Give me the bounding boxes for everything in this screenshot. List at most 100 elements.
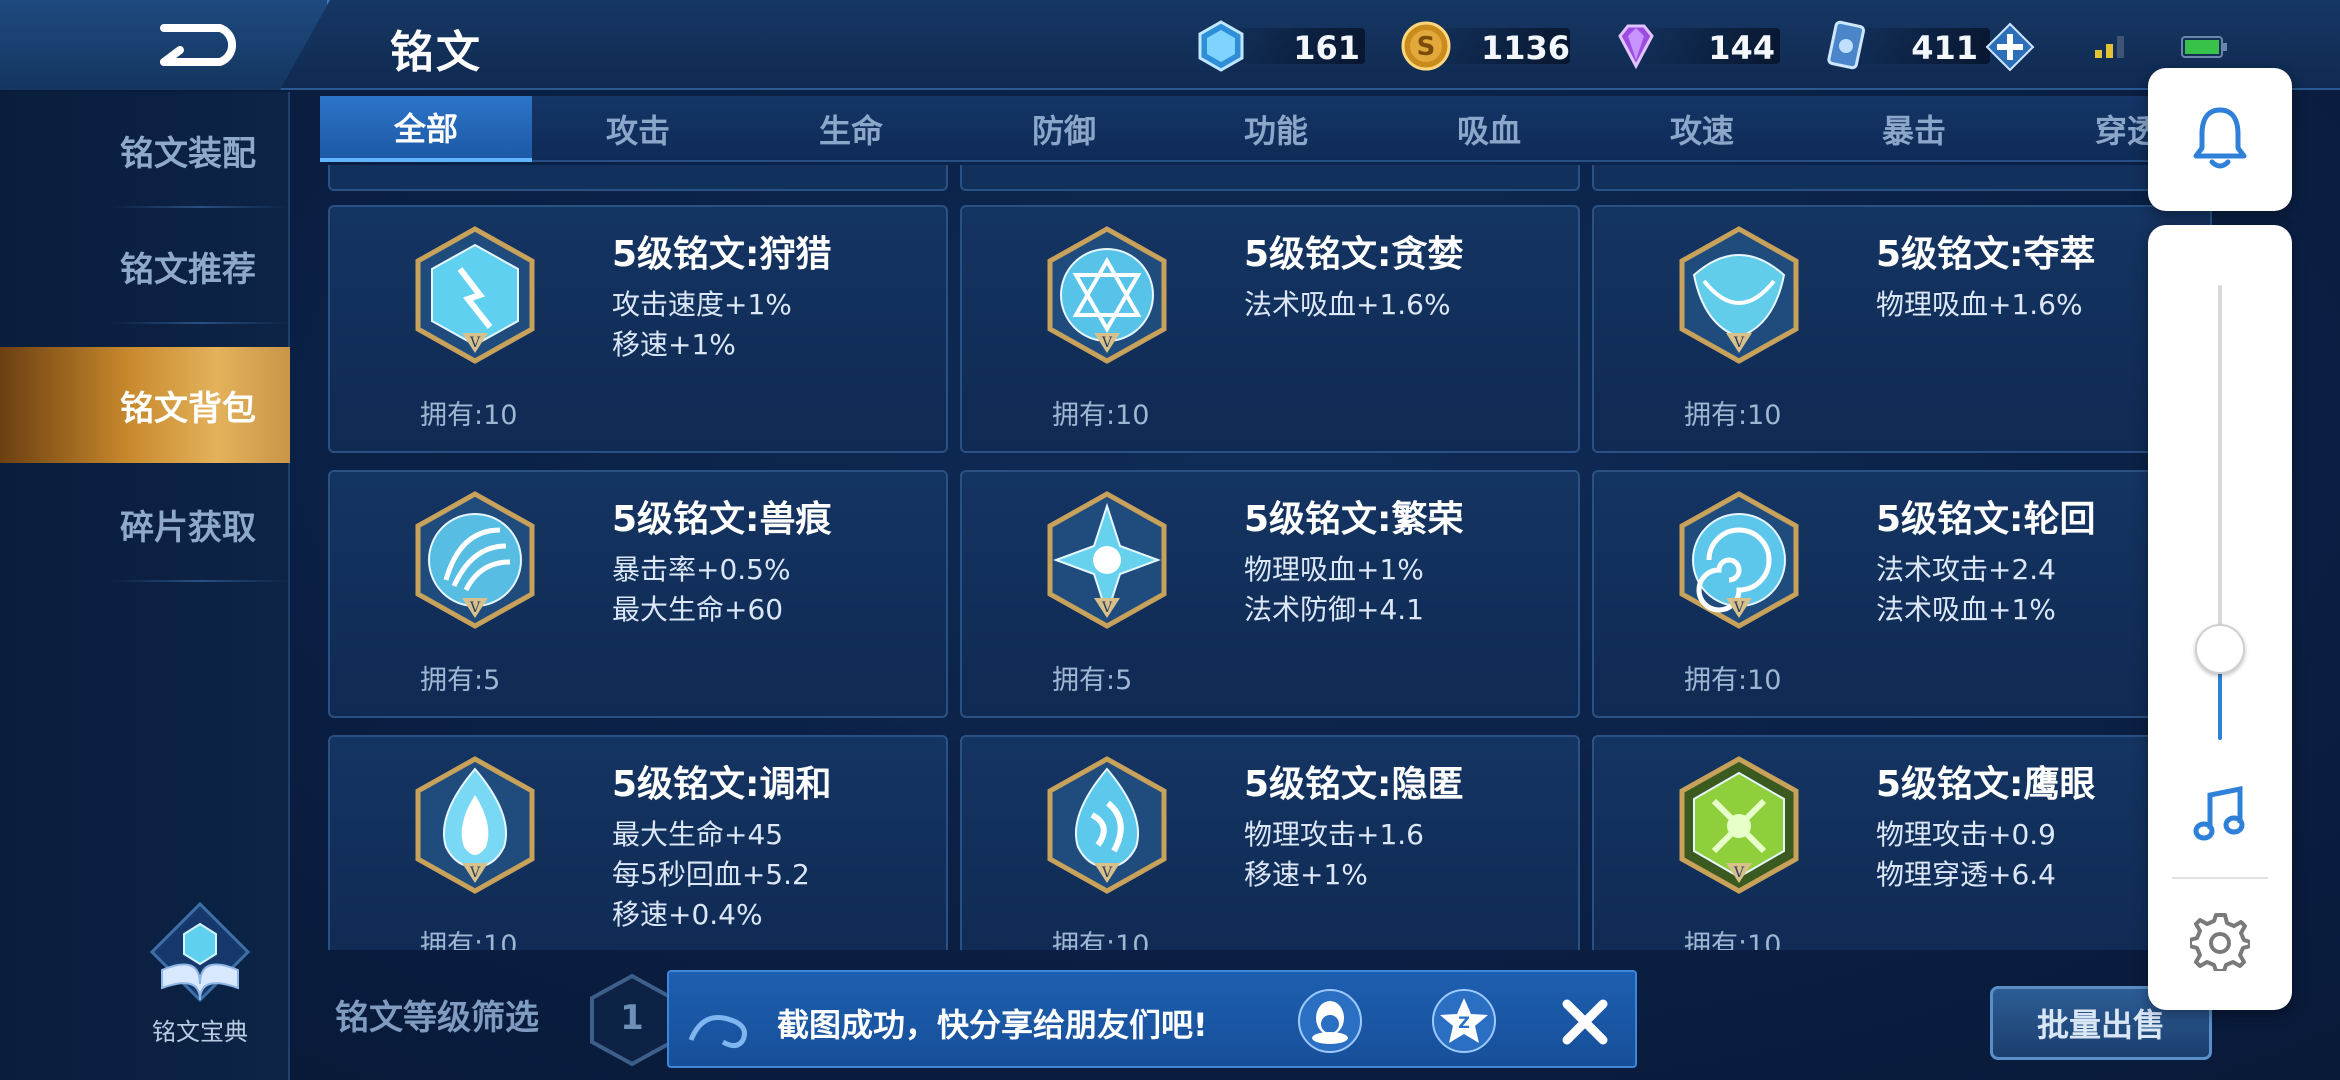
svg-text:S: S bbox=[1417, 32, 1436, 62]
signal-icon bbox=[2095, 36, 2124, 58]
svg-text:V: V bbox=[1101, 600, 1113, 616]
cloud-swirl-icon bbox=[688, 1015, 747, 1048]
svg-text:V: V bbox=[1733, 335, 1745, 351]
inscription-name: 5级铭文:夺萃 bbox=[1876, 234, 2096, 275]
inscription-card[interactable]: V 5级铭文:兽痕 暴击率+0.5% 最大生命+60 拥有:5 bbox=[328, 470, 948, 718]
seize-inscription-icon: V bbox=[1679, 226, 1799, 364]
owned-count: 拥有:10 bbox=[1684, 665, 1782, 696]
inscription-stat: 物理穿透+6.4 bbox=[1876, 858, 2056, 891]
inscription-name: 5级铭文:兽痕 bbox=[612, 499, 832, 540]
sidebar-item-label: 碎片获取 bbox=[120, 507, 256, 548]
inscription-card[interactable]: V 5级铭文:狩猎 攻击速度+1% 移速+1% 拥有:10 bbox=[328, 205, 948, 453]
owned-count: 拥有:10 bbox=[420, 400, 518, 431]
add-currency-button[interactable] bbox=[1985, 22, 2035, 72]
sidebar-item-label: 铭文推荐 bbox=[120, 249, 256, 290]
category-tabs: 全部 攻击 生命 防御 功能 吸血 攻速 暴击 穿透 bbox=[320, 96, 2210, 162]
owned-count: 拥有:5 bbox=[1052, 665, 1133, 696]
inscription-card[interactable]: V 5级铭文:繁荣 物理吸血+1% 法术防御+4.1 拥有:5 bbox=[960, 470, 1580, 718]
beast-mark-inscription-icon: V bbox=[415, 491, 535, 629]
svg-text:V: V bbox=[469, 600, 481, 616]
inscription-stat: 物理攻击+1.6 bbox=[1244, 818, 1424, 851]
level-filter-badge[interactable]: 1 bbox=[588, 972, 676, 1068]
bell-icon bbox=[2193, 107, 2247, 169]
sidebar-item-equip[interactable]: 铭文装配 bbox=[0, 92, 290, 208]
svg-text:V: V bbox=[469, 865, 481, 881]
tab-health[interactable]: 生命 bbox=[745, 96, 957, 162]
inscription-stat: 物理攻击+0.9 bbox=[1876, 818, 2056, 851]
currency-diamond: 161 bbox=[1195, 20, 1365, 72]
tab-utility[interactable]: 功能 bbox=[1170, 96, 1382, 162]
gold-coin-icon: S bbox=[1401, 21, 1451, 71]
inscription-stat: 物理吸血+1.6% bbox=[1876, 288, 2083, 321]
back-button[interactable] bbox=[0, 0, 330, 90]
inscription-name: 5级铭文:贪婪 bbox=[1244, 234, 1464, 275]
purple-crystal-icon bbox=[1618, 24, 1654, 70]
reincarnation-inscription-icon: V bbox=[1679, 491, 1799, 629]
inscription-card[interactable]: V 5级铭文:贪婪 法术吸血+1.6% 拥有:10 bbox=[960, 205, 1580, 453]
qzone-share-icon[interactable]: Z bbox=[1431, 988, 1497, 1054]
inscription-card[interactable]: V 5级铭文:轮回 法术攻击+2.4 法术吸血+1% 拥有:10 bbox=[1592, 470, 2212, 718]
tab-all[interactable]: 全部 bbox=[320, 96, 532, 162]
hunt-inscription-icon: V bbox=[415, 226, 535, 364]
sidebar-item-backpack[interactable]: 铭文背包 bbox=[0, 347, 290, 463]
inscription-stat: 最大生命+45 bbox=[612, 818, 784, 851]
svg-text:V: V bbox=[1733, 865, 1745, 881]
inscription-grid: V 5级铭文:狩猎 攻击速度+1% 移速+1% 拥有:10 V 5级铭文:贪婪 … bbox=[325, 165, 2215, 950]
codex-button[interactable]: 铭文宝典 bbox=[130, 900, 270, 1050]
greed-inscription-icon: V bbox=[1047, 226, 1167, 364]
tab-defense[interactable]: 防御 bbox=[958, 96, 1170, 162]
page-title: 铭文 bbox=[390, 27, 482, 78]
svg-text:V: V bbox=[1101, 335, 1113, 351]
inscription-card[interactable]: V 5级铭文:鹰眼 物理攻击+0.9 物理穿透+6.4 拥有:10 bbox=[1592, 735, 2212, 950]
level-filter-label: 铭文等级筛选 bbox=[335, 998, 539, 1038]
level-value: 1 bbox=[620, 998, 644, 1038]
back-arrow-icon bbox=[160, 24, 237, 66]
inscription-card[interactable]: V 5级铭文:调和 最大生命+45 每5秒回血+5.2 移速+0.4% 拥有:1… bbox=[328, 735, 948, 950]
music-note-icon[interactable] bbox=[2190, 785, 2250, 845]
currency-voucher: 411 bbox=[1820, 20, 1990, 72]
close-icon[interactable] bbox=[1557, 994, 1613, 1050]
tab-lifesteal[interactable]: 吸血 bbox=[1383, 96, 1595, 162]
owned-count: 拥有:10 bbox=[1052, 930, 1150, 950]
tab-attack[interactable]: 攻击 bbox=[532, 96, 744, 162]
volume-panel bbox=[2148, 225, 2292, 1010]
toast-message: 截图成功，快分享给朋友们吧! bbox=[777, 1006, 1208, 1044]
book-icon bbox=[149, 901, 251, 1003]
inscription-name: 5级铭文:鹰眼 bbox=[1876, 764, 2096, 805]
sidebar-item-label: 铭文装配 bbox=[120, 133, 256, 174]
currency-value: 1136 bbox=[1480, 29, 1570, 67]
inscription-name: 5级铭文:调和 bbox=[612, 764, 832, 805]
ring-mode-button[interactable] bbox=[2148, 68, 2292, 211]
currency-value: 161 bbox=[1293, 29, 1360, 67]
screenshot-toast: 截图成功，快分享给朋友们吧! Z bbox=[667, 970, 1637, 1068]
inscription-card[interactable]: V 5级铭文:夺萃 物理吸血+1.6% 拥有:10 bbox=[1592, 205, 2212, 453]
tab-crit[interactable]: 暴击 bbox=[1808, 96, 2020, 162]
inscription-stat: 法术吸血+1.6% bbox=[1244, 288, 1451, 321]
volume-slider-handle[interactable] bbox=[2195, 624, 2245, 674]
inscription-stat: 移速+1% bbox=[1244, 858, 1368, 891]
inscription-stat: 暴击率+0.5% bbox=[612, 553, 791, 586]
inscription-name: 5级铭文:轮回 bbox=[1876, 499, 2096, 540]
inscription-stat: 移速+1% bbox=[612, 328, 736, 361]
owned-count: 拥有:10 bbox=[420, 930, 518, 950]
sidebar-item-fragments[interactable]: 碎片获取 bbox=[0, 466, 290, 582]
inscription-card[interactable]: V 5级铭文:隐匿 物理攻击+1.6 移速+1% 拥有:10 bbox=[960, 735, 1580, 950]
codex-label: 铭文宝典 bbox=[152, 1018, 248, 1046]
owned-count: 拥有:5 bbox=[420, 665, 501, 696]
inscription-stat: 法术防御+4.1 bbox=[1244, 593, 1424, 626]
inscription-stat: 法术吸血+1% bbox=[1876, 593, 2056, 626]
currency-gold: S 1136 bbox=[1400, 20, 1570, 72]
gear-icon[interactable] bbox=[2190, 911, 2250, 971]
currency-crystal: 144 bbox=[1610, 20, 1780, 72]
inscription-stat: 每5秒回血+5.2 bbox=[612, 858, 810, 891]
svg-text:Z: Z bbox=[1458, 1013, 1470, 1032]
sidebar-item-recommend[interactable]: 铭文推荐 bbox=[0, 208, 290, 324]
qq-share-icon[interactable] bbox=[1297, 988, 1363, 1054]
owned-count: 拥有:10 bbox=[1052, 400, 1150, 431]
hawk-eye-inscription-icon: V bbox=[1679, 756, 1799, 894]
svg-text:V: V bbox=[469, 335, 481, 351]
inscription-stat: 最大生命+60 bbox=[612, 593, 784, 626]
inscription-stat: 移速+0.4% bbox=[612, 898, 763, 931]
tab-attack-speed[interactable]: 攻速 bbox=[1596, 96, 1808, 162]
inscription-name: 5级铭文:繁荣 bbox=[1244, 499, 1464, 540]
